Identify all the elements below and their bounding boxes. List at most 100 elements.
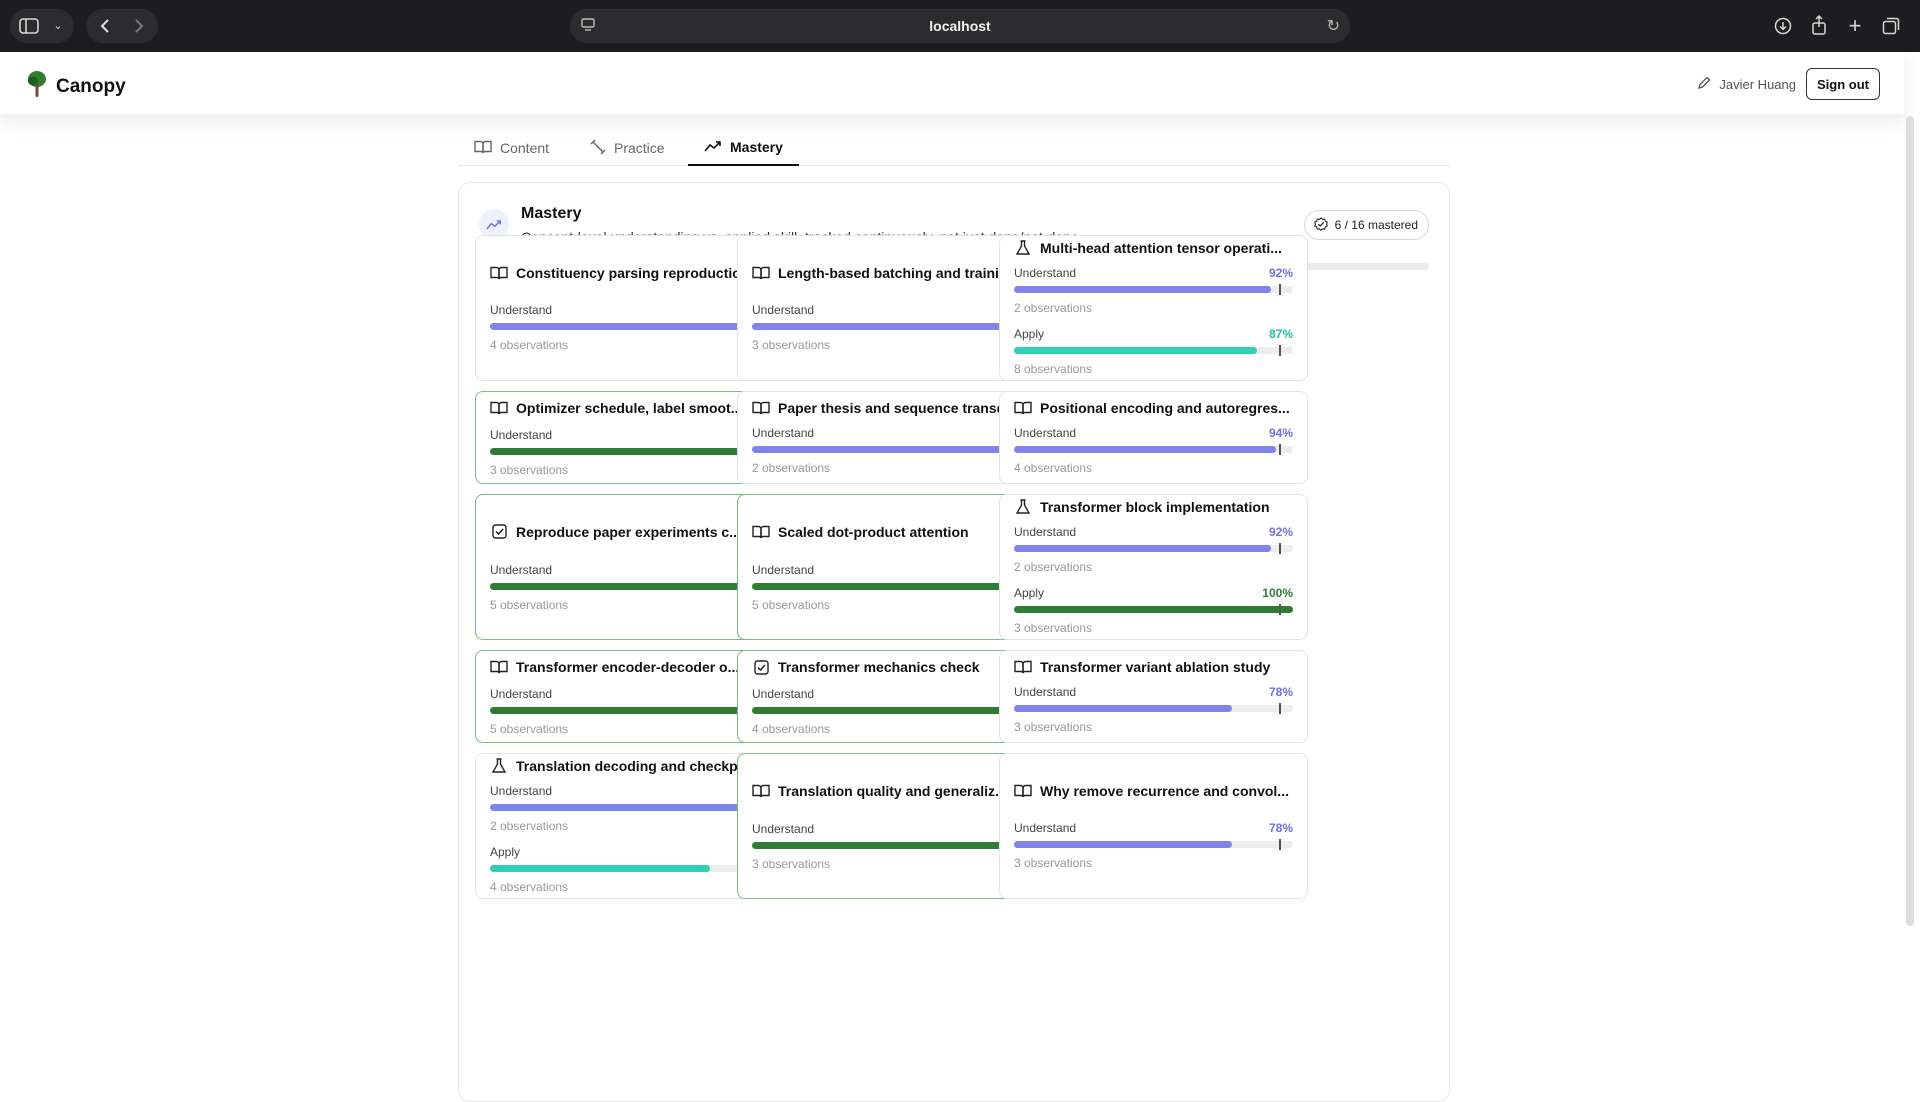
metric-progress-bar	[752, 320, 1031, 332]
flask-icon	[490, 758, 508, 774]
book-open-icon	[490, 401, 508, 415]
badge-text: 6 / 16 mastered	[1334, 218, 1418, 232]
metric-progress-fill	[752, 583, 1023, 590]
mastery-threshold-tick	[1279, 838, 1282, 850]
tab-practice[interactable]: Practice	[590, 130, 665, 166]
metric-label: Understand	[1014, 266, 1077, 280]
metric-label: Understand	[1014, 426, 1077, 440]
book-open-icon	[474, 140, 492, 157]
card-header: Positional encoding and autoregres...	[1014, 400, 1293, 416]
card-title: Length-based batching and training ...	[778, 264, 1031, 281]
metric-progress-bar	[1014, 703, 1293, 714]
concept-card[interactable]: Transformer block implementation Understa…	[999, 494, 1308, 640]
concept-card[interactable]: Why remove recurrence and convol... Under…	[999, 753, 1308, 899]
metric-apply: Apply 87% 8 observations	[1014, 327, 1293, 376]
observation-count: 2 observations	[490, 819, 569, 833]
metric-progress-fill	[490, 447, 764, 455]
user-profile[interactable]: Javier Huang	[1697, 76, 1796, 93]
page-scrollbar[interactable]	[1906, 116, 1914, 926]
card-header: Multi-head attention tensor operati...	[1014, 240, 1293, 256]
tab-mastery[interactable]: Mastery	[688, 130, 799, 166]
metric-label: Understand	[490, 302, 553, 317]
metric-label: Apply	[490, 845, 521, 859]
card-title: Transformer variant ablation study	[1040, 659, 1271, 675]
card-title: Transformer block implementation	[1040, 499, 1270, 515]
metric-progress-fill	[1014, 606, 1293, 613]
card-header: Optimizer schedule, label smoot...	[490, 399, 769, 418]
observation-count: 4 observations	[490, 880, 569, 894]
share-icon[interactable]	[1808, 14, 1830, 36]
trend-icon	[704, 139, 722, 155]
metric-label: Understand	[490, 686, 553, 701]
observation-count: 5 observations	[490, 721, 569, 736]
card-title: Optimizer schedule, label smoot...	[516, 400, 743, 416]
book-open-icon	[1014, 660, 1032, 674]
metric-progress-fill	[1014, 705, 1232, 712]
tree-logo-icon	[26, 70, 48, 103]
metric-progress-bar	[1014, 838, 1293, 850]
metric-label: Understand	[752, 426, 815, 440]
book-open-icon	[752, 525, 770, 539]
practice-icon	[590, 138, 606, 158]
app-header: Canopy Javier Huang Sign out	[0, 52, 1904, 116]
metric-understand: Understand99%5 observations	[490, 563, 769, 612]
observation-count: 4 observations	[490, 337, 569, 352]
metric-percent: 78%	[1268, 820, 1293, 835]
metric-label: Apply	[1014, 327, 1045, 341]
metric-understand: Understand94%4 observations	[490, 303, 769, 352]
card-title: Constituency parsing reproduction	[516, 264, 750, 281]
card-header: Transformer variant ablation study	[1014, 659, 1293, 675]
brand-name: Canopy	[56, 75, 126, 97]
metric-progress-bar	[1014, 345, 1293, 356]
back-icon[interactable]	[94, 15, 116, 37]
download-icon[interactable]	[1772, 15, 1794, 37]
metric-understand: Understand98%3 observations	[490, 428, 769, 477]
metric-understand: Understand97%5 observations	[752, 563, 1031, 612]
metric-label: Understand	[752, 822, 815, 836]
metric-progress-fill	[1014, 347, 1257, 354]
metric-progress-bar	[1014, 543, 1293, 554]
metric-progress-bar	[1014, 284, 1293, 295]
metric-progress-bar	[490, 802, 769, 813]
flask-icon	[1014, 499, 1032, 515]
mastery-threshold-tick	[1279, 543, 1282, 554]
card-header: Transformer block implementation	[1014, 499, 1293, 515]
concept-card[interactable]: Transformer variant ablation study Unders…	[999, 650, 1308, 743]
reload-icon[interactable]: ↻	[1327, 16, 1340, 36]
brand-logo[interactable]: Canopy	[26, 70, 126, 103]
metric-progress-fill	[490, 865, 711, 872]
metric-progress-bar	[1014, 444, 1293, 455]
checkbox-icon	[752, 659, 770, 675]
metric-label: Understand	[752, 686, 815, 701]
observation-count: 2 observations	[1014, 301, 1093, 315]
metric-label: Understand	[490, 427, 553, 442]
site-settings-icon[interactable]	[580, 17, 598, 35]
chevron-down-icon[interactable]: ⌄	[50, 17, 66, 33]
sign-out-button[interactable]: Sign out	[1806, 68, 1880, 100]
card-title: Transformer encoder-decoder o...	[516, 659, 740, 675]
metric-progress-bar	[752, 444, 1031, 455]
forward-icon[interactable]	[128, 15, 150, 37]
panel-title: Mastery	[521, 205, 582, 222]
metric-label: Understand	[752, 563, 815, 577]
new-tab-icon[interactable]: +	[1844, 13, 1866, 38]
mastery-threshold-tick	[1279, 703, 1282, 714]
metric-label: Understand	[1014, 820, 1077, 835]
metric-understand: Understand92%2 observations	[1014, 266, 1293, 315]
card-title: Why remove recurrence and convol...	[1040, 782, 1289, 799]
metric-understand: Understand92%2 observations	[490, 784, 769, 833]
metric-progress-fill	[1014, 545, 1271, 552]
metric-progress-fill	[490, 322, 753, 330]
tab-overview-icon[interactable]	[1880, 15, 1902, 37]
sidebar-icon[interactable]	[18, 15, 40, 37]
observation-count: 3 observations	[490, 462, 569, 477]
section-tabs: Content Practice Mastery	[458, 130, 1450, 166]
metric-progress-bar	[490, 863, 769, 874]
concept-card[interactable]: Multi-head attention tensor operati... Un…	[999, 235, 1308, 381]
concept-card[interactable]: Positional encoding and autoregres... Und…	[999, 391, 1308, 484]
card-title: Translation decoding and checkpoin...	[516, 758, 769, 774]
address-bar[interactable]: localhost ↻	[570, 9, 1350, 43]
metric-label: Understand	[1014, 685, 1077, 699]
tab-content[interactable]: Content	[474, 130, 549, 166]
book-open-icon	[490, 660, 508, 674]
